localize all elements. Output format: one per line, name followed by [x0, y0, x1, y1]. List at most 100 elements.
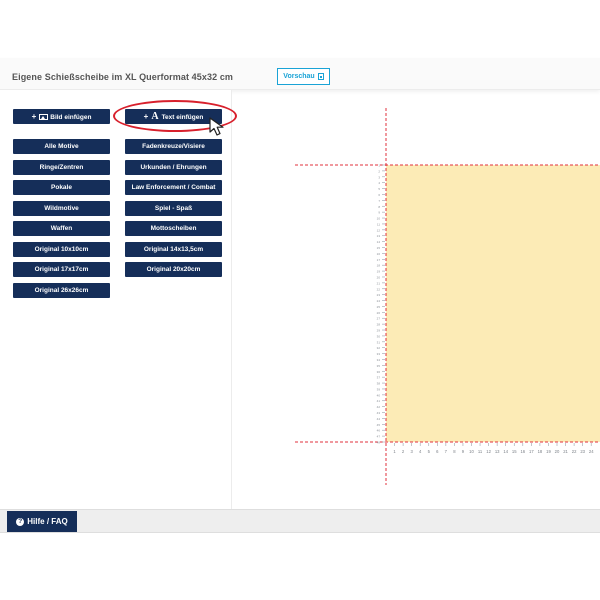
app-root: Eigene Schießscheibe im XL Querformat 45…	[0, 0, 600, 600]
ruler-label: 32	[377, 346, 381, 350]
category-button-label: Pokale	[51, 184, 72, 191]
ruler-label: 8	[453, 449, 456, 454]
ruler-label: 21	[377, 281, 381, 285]
category-button[interactable]: Ringe/Zentren	[13, 159, 110, 175]
category-button-label: Fadenkreuze/Visiere	[142, 143, 205, 150]
help-faq-button[interactable]: ? Hilfe / FAQ	[7, 511, 77, 532]
ruler-label: 12	[377, 228, 381, 232]
ruler-label: 48	[377, 441, 381, 445]
ruler-label: 33	[377, 352, 381, 356]
ruler-label: 7	[445, 449, 448, 454]
category-button-label: Original 26x26cm	[34, 286, 89, 294]
footer-bar	[0, 509, 600, 533]
ruler-label: 15	[512, 449, 517, 454]
question-icon: ?	[16, 517, 25, 526]
ruler-label: 20	[555, 449, 560, 454]
help-label: Hilfe / FAQ	[27, 517, 68, 526]
ruler-label: 38	[377, 382, 381, 386]
category-button-label: Original 17x17cm	[34, 266, 89, 273]
ruler-label: 9	[462, 449, 465, 454]
ruler-label: 14	[377, 240, 381, 244]
ruler-label: 45	[377, 423, 381, 427]
ruler-label: 12	[486, 449, 491, 454]
ruler-label: 41	[377, 399, 381, 403]
ruler-label: 26	[377, 311, 381, 315]
ruler-label: 19	[546, 449, 551, 454]
ruler-label: 23	[580, 449, 585, 454]
ruler-label: 30	[377, 334, 381, 338]
ruler-label: 2	[402, 449, 405, 454]
category-button[interactable]: Fadenkreuze/Visiere	[125, 139, 222, 154]
preview-button[interactable]: Vorschau	[277, 68, 330, 85]
ruler-label: 3	[410, 449, 413, 454]
ruler-label: 10	[469, 449, 474, 454]
category-button[interactable]: Waffen	[13, 221, 110, 236]
ruler-label: 14	[503, 449, 508, 454]
ruler-label: 2	[378, 169, 380, 173]
category-button-label: Wildmotive	[44, 204, 79, 212]
insert-image-label: Bild einfügen	[50, 114, 92, 121]
ruler-label: 20	[377, 275, 381, 279]
ruler-label: 28	[377, 323, 381, 327]
ruler-label: 36	[377, 370, 381, 374]
ruler-label: 6	[378, 193, 380, 197]
ruler-label: 37	[377, 376, 381, 380]
category-button-label: Spiel - Spaß	[154, 204, 193, 212]
ruler-label: 10	[377, 217, 381, 221]
category-button-label: Law Enforcement / Combat	[131, 184, 216, 191]
category-button[interactable]: Urkunden / Ehrungen	[125, 159, 222, 175]
preview-label: Vorschau	[283, 73, 315, 80]
design-area	[386, 165, 600, 442]
ruler-label: 47	[377, 435, 381, 439]
category-button-label: Original 14x13,5cm	[143, 245, 204, 253]
ruler-label: 15	[377, 246, 381, 250]
ruler-label: 43	[377, 411, 381, 415]
ruler-label: 5	[378, 187, 380, 191]
ruler-label: 42	[377, 405, 381, 409]
ruler-label: 21	[563, 449, 568, 454]
ruler-label: 24	[377, 299, 381, 303]
ruler-label: 9	[378, 211, 380, 215]
category-button-label: Mottoscheiben	[150, 225, 197, 232]
category-button-label: Urkunden / Ehrungen	[140, 163, 207, 171]
category-button[interactable]: Original 20x20cm	[125, 262, 222, 277]
category-button[interactable]: Law Enforcement / Combat	[125, 180, 222, 195]
design-canvas[interactable]: 1 2 3 4 5 6 7 8 9 10 11 12 13 14 15 16 17 18 19 20 21 22 23 24 2…	[233, 90, 600, 509]
category-button[interactable]: Original 10x10cm	[13, 241, 110, 257]
ruler-label: 25	[377, 305, 381, 309]
ruler-label: 13	[495, 449, 500, 454]
ruler-label: 27	[377, 317, 381, 321]
ruler-label: 5	[428, 449, 431, 454]
ruler-label: 18	[377, 264, 381, 268]
ruler-label: 17	[529, 449, 534, 454]
image-icon	[39, 114, 49, 120]
ruler-label: 4	[378, 181, 380, 185]
ruler-label: 7	[378, 199, 380, 203]
category-button-label: Waffen	[50, 225, 73, 232]
ruler-label: 22	[377, 287, 381, 291]
category-button[interactable]: Alle Motive	[13, 139, 110, 154]
ruler-label: 17	[377, 258, 381, 262]
category-button[interactable]: Mottoscheiben	[125, 221, 222, 236]
category-button[interactable]: Spiel - Spaß	[125, 200, 222, 216]
category-button[interactable]: Wildmotive	[13, 200, 110, 216]
ruler-label: 46	[377, 429, 381, 433]
ruler-label: 35	[377, 364, 381, 368]
ruler-label: 31	[377, 340, 381, 344]
category-button[interactable]: Original 14x13,5cm	[125, 241, 222, 257]
canvas-ruler-svg: 1234567891011121314151617181920212223242…	[295, 108, 600, 485]
ruler-label: 1	[393, 449, 396, 454]
ruler-label: 16	[520, 449, 525, 454]
ruler-label: 8	[378, 205, 380, 209]
category-button[interactable]: Original 17x17cm	[13, 262, 110, 277]
category-button-label: Ringe/Zentren	[39, 163, 84, 171]
category-button[interactable]: Original 26x26cm	[13, 282, 110, 298]
ruler-label: 11	[377, 222, 380, 226]
ruler-label: 29	[377, 329, 381, 333]
ruler-label: 4	[419, 449, 422, 454]
ruler-label: 13	[377, 234, 381, 238]
ruler-label: 34	[377, 358, 381, 362]
insert-image-button[interactable]: + Bild einfügen	[13, 109, 110, 124]
category-button[interactable]: Pokale	[13, 180, 110, 195]
ruler-label: 18	[538, 449, 543, 454]
